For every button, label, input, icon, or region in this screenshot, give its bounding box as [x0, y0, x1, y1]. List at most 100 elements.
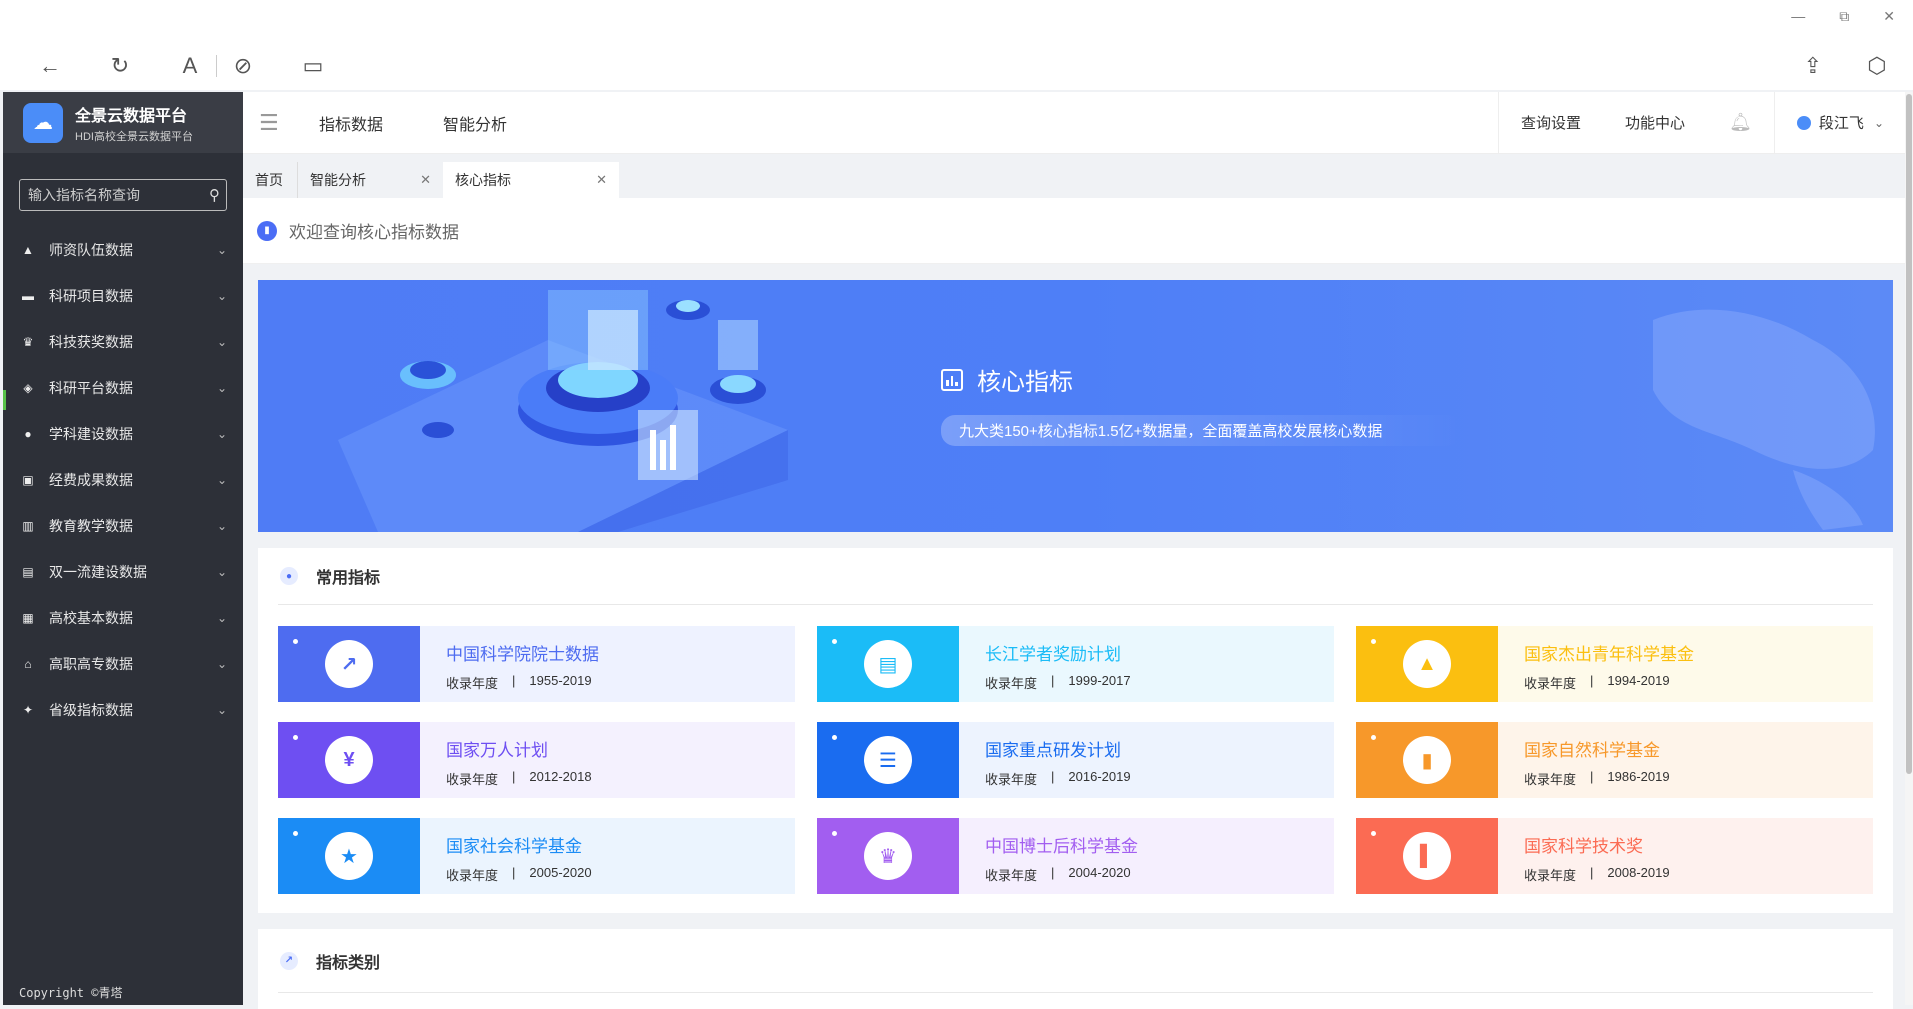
- year-label: 收录年度: [985, 772, 1038, 787]
- year-label: 收录年度: [446, 868, 499, 883]
- nav-indicator-data[interactable]: 指标数据: [319, 111, 383, 135]
- minimize-icon[interactable]: —: [1791, 8, 1805, 25]
- indicator-card[interactable]: ★ 国家社会科学基金 收录年度 | 2005-2020: [278, 818, 795, 894]
- list-icon: ▦: [22, 611, 34, 625]
- sidebar-item[interactable]: ✦ 省级指标数据 ⌄: [3, 687, 243, 733]
- welcome-text: 欢迎查询核心指标数据: [289, 223, 459, 242]
- search-input[interactable]: [28, 187, 209, 203]
- sidebar: ☁ 全景云数据平台 HDI高校全景云数据平台 ⚲ ▲ 师资队伍数据 ⌄▬ 科研项…: [3, 92, 243, 1005]
- card-years-row: 收录年度 | 1994-2019: [1524, 673, 1873, 692]
- document-icon: ▤: [22, 565, 34, 579]
- banner-title: 核心指标: [941, 362, 1461, 397]
- window-controls: — ⧉ ✕: [1791, 8, 1895, 25]
- function-center-link[interactable]: 功能中心: [1603, 92, 1707, 154]
- menu-toggle-icon[interactable]: ☰: [259, 110, 279, 136]
- sidebar-item[interactable]: ⌂ 高职高专数据 ⌄: [3, 641, 243, 687]
- close-icon[interactable]: ✕: [596, 172, 607, 188]
- restore-icon[interactable]: ⧉: [1839, 8, 1849, 25]
- indicator-card[interactable]: ▲ 国家杰出青年科学基金 收录年度 | 1994-2019: [1356, 626, 1873, 702]
- close-window-icon[interactable]: ✕: [1883, 8, 1895, 25]
- sidebar-search: ⚲: [19, 179, 227, 211]
- search-icon[interactable]: ⚲: [209, 186, 220, 204]
- chevron-down-icon: ⌄: [216, 381, 227, 395]
- tabs-view-icon[interactable]: ▭: [299, 52, 327, 80]
- tab-core-indicators[interactable]: 核心指标 ✕: [443, 162, 619, 198]
- chart-up-icon: ↗: [325, 640, 373, 688]
- year-label: 收录年度: [985, 676, 1038, 691]
- year-label: 收录年度: [446, 676, 499, 691]
- chart-line-icon: ↗: [280, 951, 298, 970]
- card-title: 中国科学院院士数据: [446, 645, 599, 664]
- sidebar-item-label: 学科建设数据: [49, 426, 133, 442]
- card-title: 中国博士后科学基金: [985, 837, 1138, 856]
- dot: [293, 639, 298, 644]
- divider: |: [1051, 865, 1055, 880]
- app-header: ☰ 指标数据 智能分析 查询设置 功能中心 🔔︎ 段江飞 ⌄: [243, 91, 1906, 154]
- sidebar-item[interactable]: ▥ 教育教学数据 ⌄: [3, 503, 243, 549]
- dot: [832, 831, 837, 836]
- tab-label: 核心指标: [455, 172, 511, 188]
- graduation-cap-icon: ▲: [1403, 640, 1451, 688]
- card-years-row: 收录年度 | 2005-2020: [446, 865, 795, 884]
- share-icon[interactable]: ⇪: [1799, 52, 1827, 80]
- year-label: 收录年度: [446, 772, 499, 787]
- logo[interactable]: ☁ 全景云数据平台 HDI高校全景云数据平台: [3, 92, 243, 153]
- card-years-row: 收录年度 | 1955-2019: [446, 673, 795, 692]
- close-icon[interactable]: ✕: [420, 172, 431, 188]
- card-title: 长江学者奖励计划: [985, 645, 1121, 664]
- panel-title: 指标类别: [316, 954, 381, 972]
- divider: |: [512, 769, 516, 784]
- nav-smart-analysis[interactable]: 智能分析: [443, 111, 507, 135]
- reader-mode-icon[interactable]: A: [176, 52, 204, 80]
- card-icon-block: ♛: [817, 818, 959, 894]
- indicator-categories-panel: ↗ 指标类别: [258, 929, 1893, 1009]
- panel-title: 常用指标: [316, 570, 381, 587]
- indicator-card[interactable]: ▤ 长江学者奖励计划 收录年度 | 1999-2017: [817, 626, 1334, 702]
- card-icon-block: ▤: [817, 626, 959, 702]
- sidebar-item[interactable]: ▲ 师资队伍数据 ⌄: [3, 227, 243, 273]
- card-years-row: 收录年度 | 2008-2019: [1524, 865, 1873, 884]
- card-body: 国家科学技术奖 收录年度 | 2008-2019: [1498, 818, 1873, 894]
- link-icon[interactable]: ⊘: [229, 52, 257, 80]
- indicator-card[interactable]: ▮ 国家自然科学基金 收录年度 | 1986-2019: [1356, 722, 1873, 798]
- map-icon: ✦: [22, 703, 34, 717]
- tab-smart-analysis[interactable]: 智能分析 ✕: [297, 162, 443, 198]
- indicator-card[interactable]: ↗ 中国科学院院士数据 收录年度 | 1955-2019: [278, 626, 795, 702]
- sidebar-item-label: 科研项目数据: [49, 288, 133, 304]
- query-settings-link[interactable]: 查询设置: [1498, 91, 1603, 154]
- year-range: 2004-2020: [1068, 865, 1131, 880]
- sidebar-item[interactable]: ● 学科建设数据 ⌄: [3, 411, 243, 457]
- card-body: 国家社会科学基金 收录年度 | 2005-2020: [420, 818, 795, 894]
- year-range: 1994-2019: [1607, 673, 1670, 688]
- year-range: 2016-2019: [1068, 769, 1131, 784]
- sidebar-item[interactable]: ◈ 科研平台数据 ⌄: [3, 365, 243, 411]
- indicator-card[interactable]: ▌ 国家科学技术奖 收录年度 | 2008-2019: [1356, 818, 1873, 894]
- logo-subtitle: HDI高校全景云数据平台: [75, 130, 193, 143]
- sidebar-item[interactable]: ▣ 经费成果数据 ⌄: [3, 457, 243, 503]
- logo-title: 全景云数据平台: [75, 107, 188, 125]
- sidebar-menu: ▲ 师资队伍数据 ⌄ ▬ 科研项目数据 ⌄ ♛ 科技获奖数据 ⌄ ◈ 科研平台数据 ⌄…: [3, 227, 243, 733]
- indicator-card[interactable]: ¥ 国家万人计划 收录年度 | 2012-2018: [278, 722, 795, 798]
- page-scrollbar[interactable]: [1905, 92, 1913, 1005]
- sidebar-item[interactable]: ♛ 科技获奖数据 ⌄: [3, 319, 243, 365]
- chevron-down-icon: ⌄: [216, 703, 227, 717]
- sidebar-item[interactable]: ▤ 双一流建设数据 ⌄: [3, 549, 243, 595]
- bell-icon[interactable]: 🔔︎: [1707, 92, 1774, 154]
- sidebar-item[interactable]: ▬ 科研项目数据 ⌄: [3, 273, 243, 319]
- divider: |: [1051, 673, 1055, 688]
- back-icon[interactable]: ←: [36, 52, 64, 80]
- reload-icon[interactable]: ↻: [106, 52, 134, 80]
- lightbulb-icon: ●: [280, 567, 298, 585]
- tab-home[interactable]: 首页: [243, 162, 297, 198]
- divider: |: [1590, 865, 1594, 880]
- year-range: 2008-2019: [1607, 865, 1670, 880]
- extensions-icon[interactable]: ⬡: [1863, 52, 1891, 80]
- indicator-card[interactable]: ☰ 国家重点研发计划 收录年度 | 2016-2019: [817, 722, 1334, 798]
- dot: [293, 831, 298, 836]
- indicator-card[interactable]: ♛ 中国博士后科学基金 收录年度 | 2004-2020: [817, 818, 1334, 894]
- sidebar-item[interactable]: ▦ 高校基本数据 ⌄: [3, 595, 243, 641]
- user-menu[interactable]: 段江飞 ⌄: [1773, 91, 1906, 154]
- building-icon: ⌂: [24, 657, 32, 671]
- card-icon-block: ▮: [1356, 722, 1498, 798]
- tab-label: 智能分析: [310, 172, 366, 188]
